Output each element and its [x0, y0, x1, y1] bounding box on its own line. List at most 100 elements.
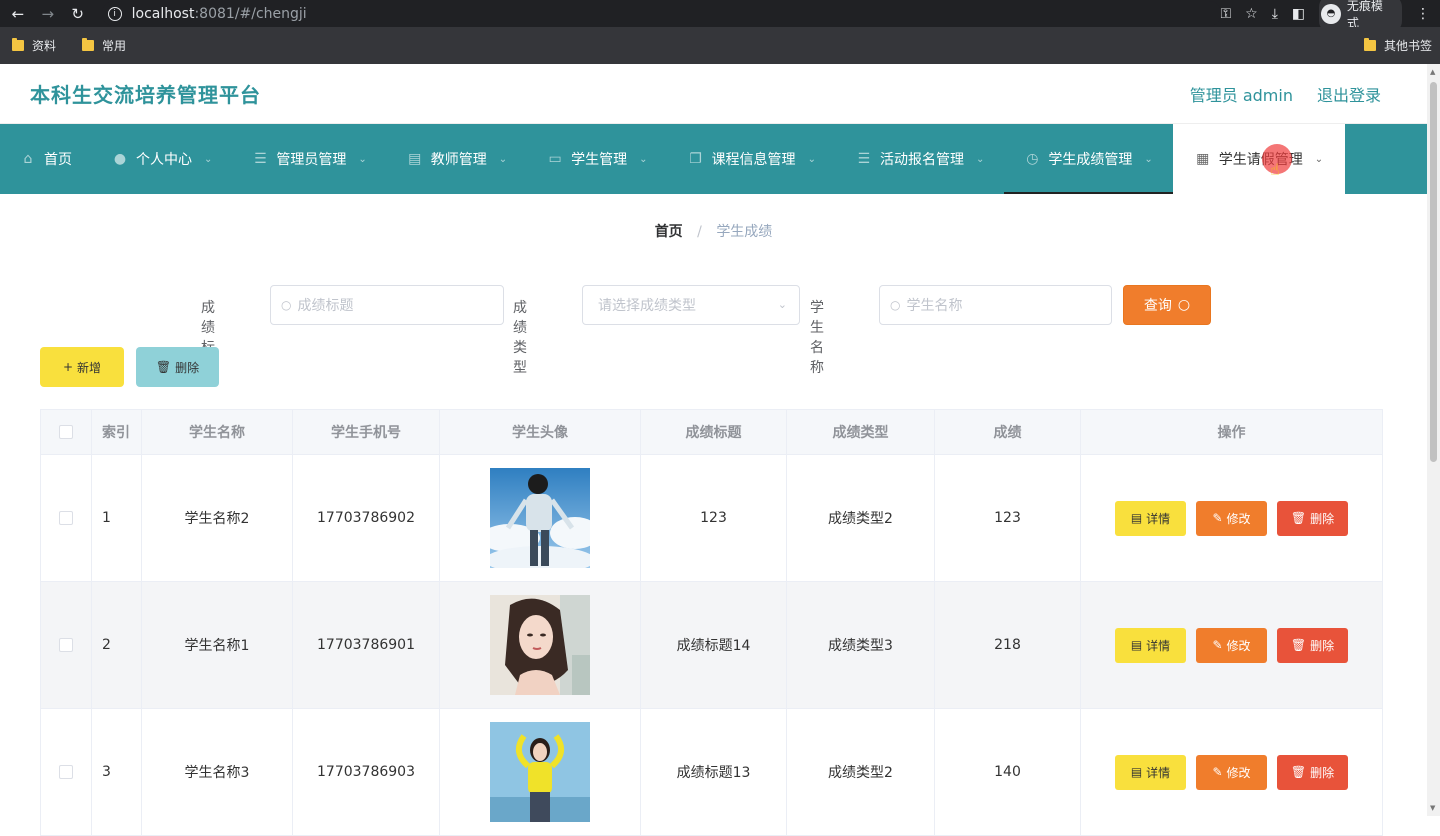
edit-icon: ✎: [1212, 765, 1223, 779]
menu-item-personal[interactable]: ● 个人中心 ⌄: [92, 124, 232, 194]
menu-item-course[interactable]: ❐ 课程信息管理 ⌄: [668, 124, 836, 194]
edit-button[interactable]: ✎ 修改: [1196, 627, 1267, 663]
table-row: 1 学生名称2 17703786902 123 成绩类型2 123 ▤ 详情 ✎ 修: [41, 455, 1382, 582]
add-button[interactable]: + 新增: [40, 347, 124, 387]
back-icon[interactable]: ←: [6, 2, 30, 26]
detail-button[interactable]: ▤ 详情: [1115, 754, 1186, 790]
main-menu: ⌂ 首页 ● 个人中心 ⌄ ☰ 管理员管理 ⌄ ▤ 教师管理 ⌄ ▭ 学生管理 …: [0, 124, 1427, 194]
edit-label: 修改: [1226, 765, 1251, 780]
star-icon[interactable]: ☆: [1245, 6, 1258, 22]
app-header: 本科生交流培养管理平台 管理员 admin 退出登录: [0, 64, 1427, 124]
chevron-down-icon: ⌄: [1144, 153, 1153, 165]
info-icon[interactable]: i: [107, 6, 122, 21]
name-label: 学生名称: [810, 300, 824, 376]
image-icon: ▭: [548, 151, 562, 167]
menu-item-activity[interactable]: ☰ 活动报名管理 ⌄: [836, 124, 1004, 194]
type-label: 成绩类型: [513, 300, 527, 376]
scroll-up-icon[interactable]: ▲: [1430, 68, 1435, 76]
detail-button[interactable]: ▤ 详情: [1115, 500, 1186, 536]
breadcrumb-home[interactable]: 首页: [655, 224, 683, 240]
cell-type: 成绩类型3: [787, 582, 935, 708]
cell-title: 123: [641, 455, 787, 581]
header-name: 学生名称: [142, 410, 293, 454]
row-checkbox[interactable]: [59, 638, 73, 652]
select-all-checkbox[interactable]: [59, 425, 73, 439]
detail-button[interactable]: ▤ 详情: [1115, 627, 1186, 663]
bookmark-folder[interactable]: 资料: [12, 37, 56, 54]
document-icon: ▤: [1130, 765, 1143, 779]
list-icon: ☰: [857, 151, 871, 167]
incognito-label: 无痕模式: [1346, 0, 1383, 30]
current-user[interactable]: 管理员 admin: [1190, 82, 1293, 106]
bookmark-label: 常用: [102, 39, 127, 53]
chevron-down-icon: ⌄: [777, 298, 787, 311]
scroll-down-icon[interactable]: ▼: [1430, 804, 1435, 812]
list-icon: ☰: [254, 151, 267, 167]
edit-label: 修改: [1226, 638, 1251, 653]
grid-icon: ▦: [1196, 151, 1210, 167]
header-type: 成绩类型: [787, 410, 935, 454]
edit-button[interactable]: ✎ 修改: [1196, 754, 1267, 790]
scroll-thumb[interactable]: [1430, 82, 1437, 462]
menu-item-admin[interactable]: ☰ 管理员管理 ⌄: [232, 124, 386, 194]
menu-item-student[interactable]: ▭ 学生管理 ⌄: [527, 124, 667, 194]
cell-phone: 17703786901: [293, 582, 440, 708]
address-bar[interactable]: i localhost :8081/#/chengji: [101, 1, 1221, 26]
bookmark-folder[interactable]: 常用: [82, 37, 126, 54]
score-table: 索引 学生名称 学生手机号 学生头像 成绩标题 成绩类型 成绩 操作 1 学生名…: [40, 409, 1383, 836]
home-icon: ⌂: [23, 151, 33, 167]
menu-label: 课程信息管理: [711, 152, 796, 168]
delete-label: 删除: [1310, 638, 1335, 653]
forward-icon[interactable]: →: [36, 2, 60, 26]
delete-button[interactable]: 🗑 删除: [1277, 627, 1348, 663]
cell-phone: 17703786902: [293, 455, 440, 581]
title-search-input[interactable]: ○ 成绩标题: [270, 285, 504, 325]
menu-item-leave[interactable]: ▦ 学生请假管理 ⌄: [1172, 124, 1346, 194]
logout-link[interactable]: 退出登录: [1317, 82, 1381, 106]
type-select[interactable]: 请选择成绩类型 ⌄: [582, 285, 800, 325]
row-checkbox[interactable]: [59, 511, 73, 525]
input-placeholder: 成绩标题: [297, 298, 354, 314]
row-checkbox[interactable]: [59, 765, 73, 779]
delete-label: 删除: [175, 360, 200, 375]
delete-button[interactable]: 🗑 删除: [1277, 754, 1348, 790]
document-icon: ▤: [1130, 511, 1143, 525]
batch-delete-button[interactable]: 🗑 删除: [136, 347, 219, 387]
folder-icon: [12, 38, 24, 51]
detail-label: 详情: [1146, 638, 1171, 653]
delete-label: 删除: [1310, 765, 1335, 780]
query-button[interactable]: 查询 ○: [1123, 285, 1211, 325]
header-index: 索引: [92, 410, 142, 454]
add-label: 新增: [77, 360, 102, 375]
sidebar-icon[interactable]: ◧: [1292, 6, 1305, 22]
table-header: 索引 学生名称 学生手机号 学生头像 成绩标题 成绩类型 成绩 操作: [41, 410, 1382, 455]
edit-button[interactable]: ✎ 修改: [1196, 500, 1267, 536]
more-icon[interactable]: ⋮: [1416, 6, 1430, 22]
menu-item-score[interactable]: ◷ 学生成绩管理 ⌄: [1004, 124, 1174, 194]
header-phone: 学生手机号: [293, 410, 440, 454]
search-icon: ○: [890, 298, 901, 312]
cell-index: 3: [92, 709, 142, 835]
menu-item-teacher[interactable]: ▤ 教师管理 ⌄: [387, 124, 527, 194]
other-bookmarks[interactable]: 其他书签: [1363, 37, 1432, 54]
table-row: 2 学生名称1 17703786901 成绩标题14 成绩类型3 218 ▤ 详情…: [41, 582, 1382, 709]
select-placeholder: 请选择成绩类型: [598, 298, 696, 314]
chevron-down-icon: ⌄: [1314, 153, 1324, 165]
delete-button[interactable]: 🗑 删除: [1277, 500, 1348, 536]
query-label: 查询: [1143, 298, 1172, 314]
student-avatar: [490, 468, 590, 568]
cell-phone: 17703786903: [293, 709, 440, 835]
table-row: 3 学生名称3 17703786903 成绩标题13 成绩类型2 140 ▤ 详情…: [41, 709, 1382, 836]
key-icon[interactable]: ⚿: [1221, 6, 1232, 22]
page-scrollbar[interactable]: ▲ ▼: [1427, 64, 1440, 816]
menu-item-home[interactable]: ⌂ 首页: [0, 124, 92, 194]
menu-label: 教师管理: [430, 152, 487, 168]
reload-icon[interactable]: ↻: [66, 2, 90, 26]
bookmark-label: 其他书签: [1383, 39, 1432, 53]
name-search-input[interactable]: ○ 学生名称: [879, 285, 1112, 325]
trash-icon: 🗑: [1290, 765, 1307, 779]
menu-label: 学生管理: [571, 152, 628, 168]
breadcrumb-current: 学生成绩: [716, 224, 773, 240]
cell-title: 成绩标题13: [641, 709, 787, 835]
download-icon[interactable]: ⤓: [1272, 6, 1278, 22]
